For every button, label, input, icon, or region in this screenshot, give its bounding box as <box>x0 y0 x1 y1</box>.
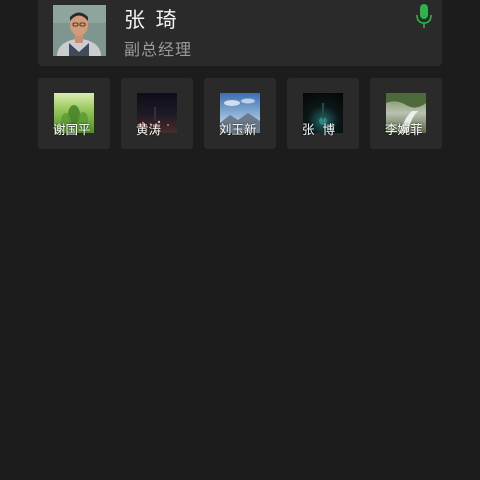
speaker-avatar <box>53 5 106 56</box>
speaker-name: 张 琦 <box>124 8 179 32</box>
participant-tile[interactable]: 李婉菲 <box>370 78 442 149</box>
participant-tiles: 谢国平 黄涛 刘玉新 张 博 李婉菲 <box>38 78 442 149</box>
conference-screen: 张 琦 副总经理 谢国平 黄涛 刘玉新 张 博 李婉菲 <box>0 0 480 480</box>
participant-name: 谢国平 <box>53 122 91 137</box>
participant-name: 黄涛 <box>136 122 162 137</box>
participant-tile[interactable]: 谢国平 <box>38 78 110 149</box>
speaker-avatar-photo <box>53 5 106 56</box>
participant-name: 李婉菲 <box>385 122 423 137</box>
participant-name: 张 博 <box>302 122 335 137</box>
participant-name: 刘玉新 <box>219 122 257 137</box>
active-speaker-card[interactable]: 张 琦 副总经理 <box>38 0 442 66</box>
participant-tile[interactable]: 刘玉新 <box>204 78 276 149</box>
speaker-role: 副总经理 <box>124 40 193 59</box>
participant-tile[interactable]: 张 博 <box>287 78 359 149</box>
microphone-icon[interactable] <box>416 4 432 28</box>
participant-tile[interactable]: 黄涛 <box>121 78 193 149</box>
